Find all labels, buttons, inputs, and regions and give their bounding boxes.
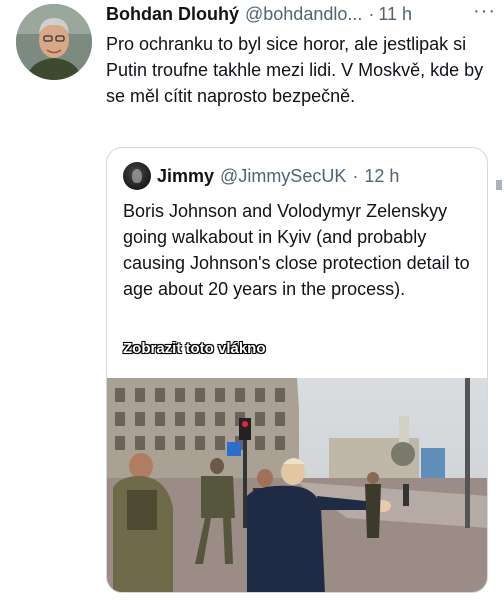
quoted-tweet-timestamp[interactable]: 12 h bbox=[364, 166, 399, 187]
quoted-author-name[interactable]: Jimmy bbox=[157, 166, 214, 187]
tweet-text: Pro ochranku to byl sice horor, ale jest… bbox=[106, 34, 484, 106]
quoted-tweet[interactable]: Jimmy @JimmySecUK · 12 h Boris Johnson a… bbox=[106, 147, 488, 593]
quoted-tweet-header: Jimmy @JimmySecUK · 12 h bbox=[123, 162, 399, 190]
separator-dot: · bbox=[352, 165, 359, 186]
author-handle[interactable]: @bohdandlo... bbox=[245, 4, 362, 25]
street-scene-image bbox=[107, 378, 487, 592]
quoted-author-avatar[interactable] bbox=[123, 162, 151, 190]
author-name[interactable]: Bohdan Dlouhý bbox=[106, 4, 239, 25]
tweet-header: Bohdan Dlouhý @bohdandlo... · 11 h bbox=[106, 2, 496, 26]
scrollbar-thumb[interactable] bbox=[496, 180, 502, 190]
author-avatar-image bbox=[16, 4, 92, 80]
tweet[interactable]: Bohdan Dlouhý @bohdandlo... · 11 h ··· P… bbox=[0, 0, 504, 600]
video-thumbnail[interactable] bbox=[107, 378, 487, 592]
author-avatar[interactable] bbox=[16, 4, 92, 80]
quoted-tweet-text: Boris Johnson and Volodymyr Zelenskyy go… bbox=[123, 201, 470, 299]
ellipsis-icon[interactable]: ··· bbox=[473, 0, 496, 23]
tweet-timestamp[interactable]: 11 h bbox=[378, 4, 412, 25]
quoted-author-handle[interactable]: @JimmySecUK bbox=[220, 166, 346, 187]
show-thread-link[interactable]: Zobrazit toto vlákno bbox=[123, 340, 266, 357]
separator-dot: · bbox=[368, 3, 375, 24]
